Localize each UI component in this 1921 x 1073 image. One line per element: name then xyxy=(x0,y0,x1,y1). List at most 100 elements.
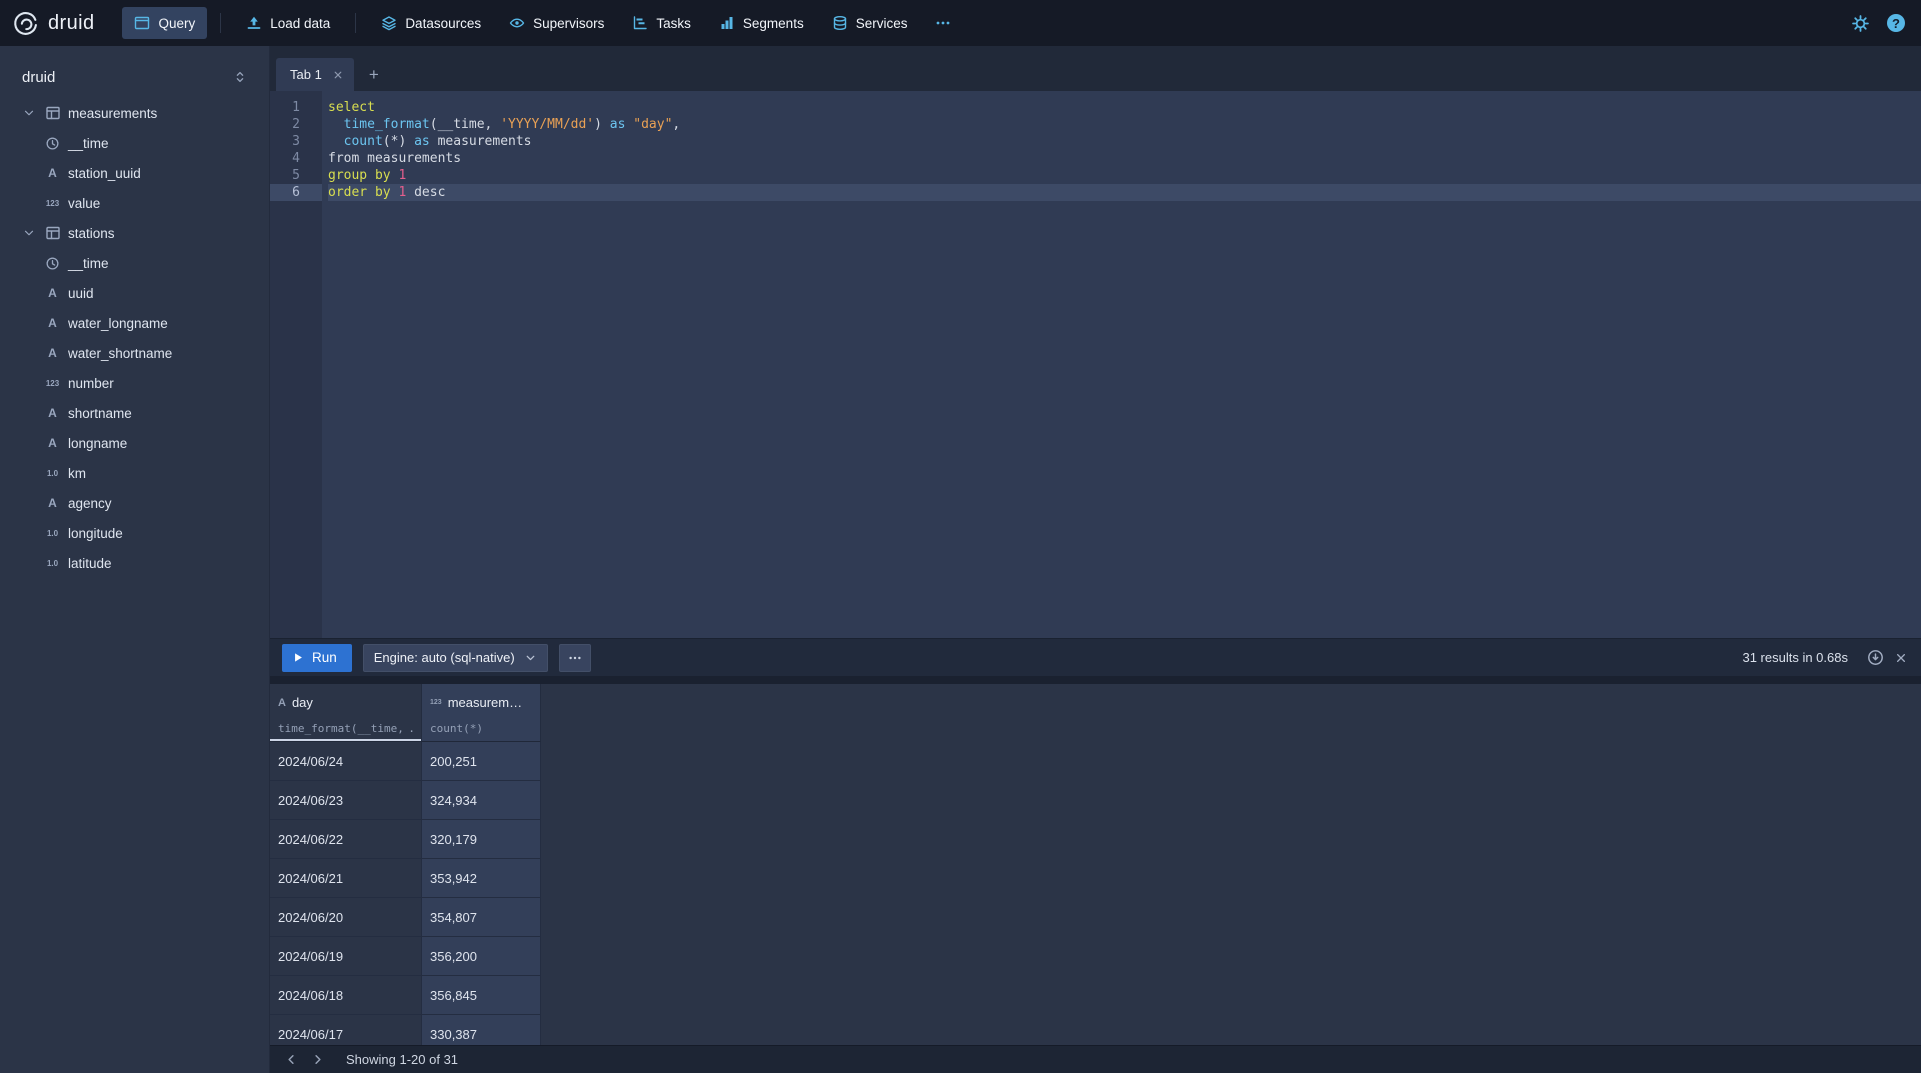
cell-day[interactable]: 2024/06/21 xyxy=(270,859,422,898)
help-icon[interactable]: ? xyxy=(1887,14,1905,32)
cell-measurements[interactable]: 354,807 xyxy=(422,898,541,937)
tree-column-longitude[interactable]: 1.0longitude xyxy=(0,518,269,548)
line-number: 3 xyxy=(270,133,322,150)
tree-column-km[interactable]: 1.0km xyxy=(0,458,269,488)
new-tab-button[interactable]: + xyxy=(354,58,394,91)
tree-label: longname xyxy=(68,436,127,451)
string-type-icon: A xyxy=(44,406,61,420)
tree-column-water_longname[interactable]: Awater_longname xyxy=(0,308,269,338)
table-row: 2024/06/22320,179 xyxy=(270,820,1921,859)
number-type-icon: 123 xyxy=(430,699,442,706)
results-body: 2024/06/24200,2512024/06/23324,9342024/0… xyxy=(270,742,1921,1045)
tree-column-number[interactable]: 123number xyxy=(0,368,269,398)
string-type-icon: A xyxy=(44,346,61,360)
cell-measurements[interactable]: 353,942 xyxy=(422,859,541,898)
tree-column-value[interactable]: 123value xyxy=(0,188,269,218)
string-type-icon: A xyxy=(44,496,61,510)
database-icon xyxy=(832,15,848,31)
tree-label: latitude xyxy=(68,556,112,571)
nav-item-more[interactable] xyxy=(923,7,963,39)
tree-column-agency[interactable]: Aagency xyxy=(0,488,269,518)
tree-table-stations[interactable]: stations xyxy=(0,218,269,248)
nav-item-label: Services xyxy=(856,16,908,31)
nav-divider xyxy=(355,13,356,33)
tree-label: longitude xyxy=(68,526,123,541)
nav-item-services[interactable]: Services xyxy=(820,7,920,39)
tree-label: water_shortname xyxy=(68,346,172,361)
cell-measurements[interactable]: 320,179 xyxy=(422,820,541,859)
table-icon xyxy=(44,105,61,121)
tree-table-measurements[interactable]: measurements xyxy=(0,98,269,128)
cell-day[interactable]: 2024/06/19 xyxy=(270,937,422,976)
query-view: Tab 1 + 123456 select time_format(__time… xyxy=(270,46,1921,1073)
string-type-icon: A xyxy=(44,286,61,300)
tree-column-latitude[interactable]: 1.0latitude xyxy=(0,548,269,578)
cell-day[interactable]: 2024/06/17 xyxy=(270,1015,422,1045)
tab-query-1[interactable]: Tab 1 xyxy=(276,58,354,91)
tree-column-longname[interactable]: Alongname xyxy=(0,428,269,458)
cell-day[interactable]: 2024/06/24 xyxy=(270,742,422,781)
time-column-icon xyxy=(44,136,61,151)
cell-measurements[interactable]: 330,387 xyxy=(422,1015,541,1045)
tree-label: __time xyxy=(68,136,109,151)
string-type-icon: A xyxy=(44,166,61,180)
code-line: count(*) as measurements xyxy=(328,133,1921,150)
code-line: group by 1 xyxy=(328,167,1921,184)
cell-day[interactable]: 2024/06/23 xyxy=(270,781,422,820)
code-line: from measurements xyxy=(328,150,1921,167)
line-number: 1 xyxy=(270,99,322,116)
cell-day[interactable]: 2024/06/20 xyxy=(270,898,422,937)
string-type-icon: A xyxy=(44,316,61,330)
close-results-icon[interactable] xyxy=(1895,652,1907,664)
tree-column-water_shortname[interactable]: Awater_shortname xyxy=(0,338,269,368)
nav-item-segments[interactable]: Segments xyxy=(707,7,816,39)
tree-column-uuid[interactable]: Auuid xyxy=(0,278,269,308)
engine-select[interactable]: Engine: auto (sql-native) xyxy=(363,644,548,672)
next-page-button[interactable] xyxy=(304,1048,330,1072)
nav-item-datasources[interactable]: Datasources xyxy=(369,7,493,39)
tab-close-icon[interactable] xyxy=(333,70,343,80)
line-number: 2 xyxy=(270,116,322,133)
nav-item-label: Supervisors xyxy=(533,16,604,31)
tree-column-__time[interactable]: __time xyxy=(0,248,269,278)
schema-name: druid xyxy=(22,69,55,86)
table-row: 2024/06/21353,942 xyxy=(270,859,1921,898)
nav-item-label: Load data xyxy=(270,16,330,31)
download-results-icon[interactable] xyxy=(1867,649,1884,666)
prev-page-button[interactable] xyxy=(278,1048,304,1072)
brand[interactable]: druid xyxy=(12,10,94,37)
column-header-measurements[interactable]: 123 measurem… count(*) xyxy=(422,684,541,742)
column-header-day[interactable]: A day time_format(__time, … xyxy=(270,684,422,742)
run-button[interactable]: Run xyxy=(282,644,352,672)
cell-measurements[interactable]: 324,934 xyxy=(422,781,541,820)
run-button-label: Run xyxy=(312,650,337,665)
tree-label: number xyxy=(68,376,114,391)
tree-column-shortname[interactable]: Ashortname xyxy=(0,398,269,428)
tree-column-station_uuid[interactable]: Astation_uuid xyxy=(0,158,269,188)
cell-measurements[interactable]: 356,845 xyxy=(422,976,541,1015)
tree-column-__time[interactable]: __time xyxy=(0,128,269,158)
table-row: 2024/06/20354,807 xyxy=(270,898,1921,937)
query-more-button[interactable] xyxy=(559,644,591,672)
chevron-down-icon xyxy=(20,226,37,240)
cell-day[interactable]: 2024/06/18 xyxy=(270,976,422,1015)
nav-divider xyxy=(220,13,221,33)
column-name: measurem… xyxy=(448,695,522,710)
run-bar: Run Engine: auto (sql-native) 31 results… xyxy=(270,638,1921,676)
tree-label: __time xyxy=(68,256,109,271)
settings-gear-icon[interactable] xyxy=(1852,15,1869,32)
cell-measurements[interactable]: 200,251 xyxy=(422,742,541,781)
cell-day[interactable]: 2024/06/22 xyxy=(270,820,422,859)
table-row: 2024/06/17330,387 xyxy=(270,1015,1921,1045)
line-number: 6 xyxy=(270,184,322,201)
sql-editor[interactable]: 123456 select time_format(__time, 'YYYY/… xyxy=(270,91,1921,638)
results-divider xyxy=(270,676,1921,684)
result-stats: 31 results in 0.68s xyxy=(1742,650,1848,665)
nav-item-tasks[interactable]: Tasks xyxy=(620,7,703,39)
cell-measurements[interactable]: 356,200 xyxy=(422,937,541,976)
nav-item-query[interactable]: Query xyxy=(122,7,207,39)
nav-item-load-data[interactable]: Load data xyxy=(234,7,342,39)
nav-item-supervisors[interactable]: Supervisors xyxy=(497,7,616,39)
schema-selector[interactable]: druid xyxy=(12,60,257,94)
column-expression: count(*) xyxy=(430,722,532,735)
